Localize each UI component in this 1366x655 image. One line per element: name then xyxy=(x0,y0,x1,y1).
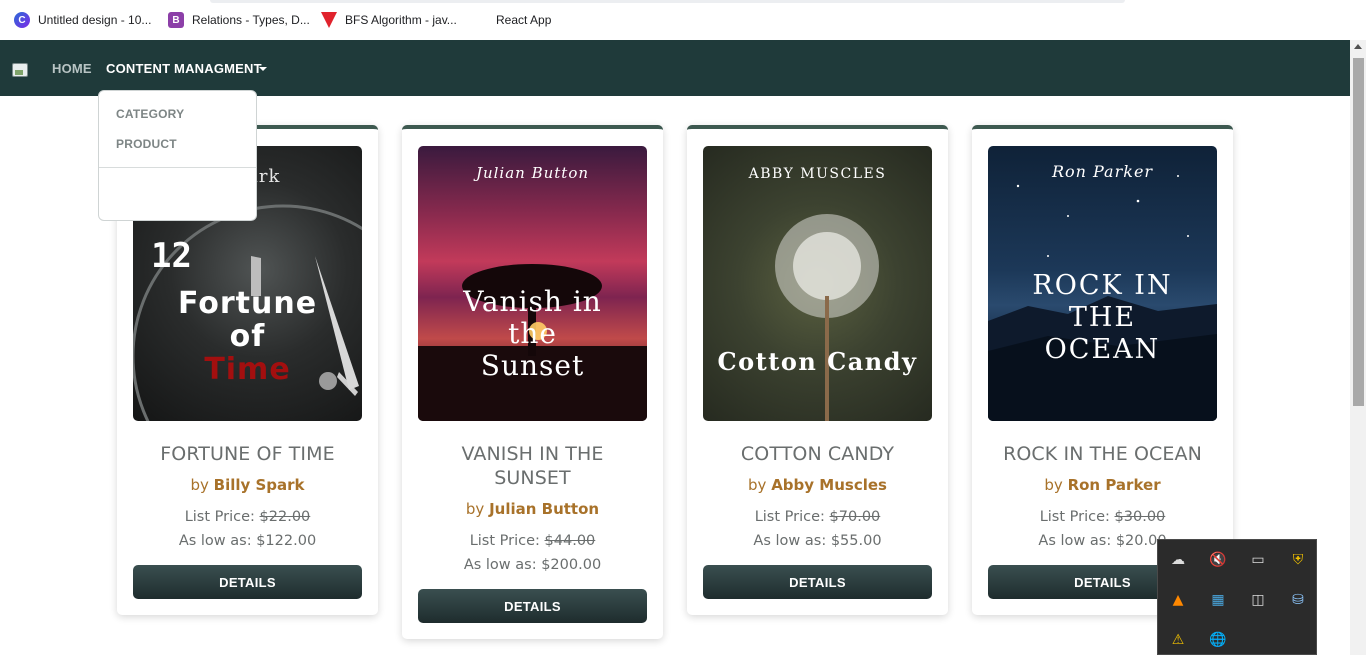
book-cover-image[interactable]: ABBY MUSCLES Cotton Candy xyxy=(703,146,932,421)
cover-title-line: Sunset xyxy=(480,349,585,382)
scroll-up-arrow-icon[interactable] xyxy=(1354,44,1362,49)
low-price-line: As low as: $200.00 xyxy=(402,557,663,573)
nav-content-management-toggle[interactable]: CONTENT MANAGMENT xyxy=(106,61,262,76)
low-price-value: $122.00 xyxy=(256,533,317,549)
low-price-label: As low as: xyxy=(463,557,537,573)
address-bar-edge xyxy=(210,0,1125,3)
book-title: COTTON CANDY xyxy=(740,443,895,465)
list-price-value: $30.00 xyxy=(1114,509,1166,525)
list-price-label: List Price: xyxy=(754,509,825,525)
low-price-value: $55.00 xyxy=(830,533,882,549)
list-price-value: $22.00 xyxy=(259,509,311,525)
nav-home-link[interactable]: HOME xyxy=(52,61,92,76)
list-price-line: List Price: $44.00 xyxy=(402,533,663,549)
details-button[interactable]: DETAILS xyxy=(703,565,932,599)
relations-icon: B xyxy=(168,12,184,28)
cover-title-line: Fortune xyxy=(177,286,318,321)
bookmark-bfs-algorithm[interactable]: BFS Algorithm - jav... xyxy=(321,11,457,29)
content-management-dropdown: CATEGORY PRODUCT xyxy=(98,90,257,221)
cover-author-text: Ron Parker xyxy=(1051,162,1154,181)
book-cover-image[interactable]: Ron Parker ROCK IN THE OCEAN xyxy=(988,146,1217,421)
cover-author-text: ABBY MUSCLES xyxy=(748,166,887,182)
cover-clock-numeral: 12 xyxy=(151,236,192,276)
caret-down-icon[interactable] xyxy=(259,67,267,71)
bookmark-relations[interactable]: B Relations - Types, D... xyxy=(168,11,310,29)
bookmark-label: BFS Algorithm - jav... xyxy=(345,13,457,27)
scroll-thumb[interactable] xyxy=(1353,58,1364,406)
drive-icon[interactable]: ⛁ xyxy=(1288,590,1308,610)
bookmark-label: Untitled design - 10... xyxy=(38,13,152,27)
book-author: Abby Muscles xyxy=(771,476,887,494)
cover-title-line: Cotton Candy xyxy=(717,347,918,376)
dropdown-item-product[interactable]: PRODUCT xyxy=(116,137,177,151)
canva-icon: C xyxy=(14,12,30,28)
list-price-label: List Price: xyxy=(1039,509,1110,525)
low-price-line: As low as: $122.00 xyxy=(117,533,378,549)
cover-title-line: of xyxy=(229,319,266,354)
low-price-value: $200.00 xyxy=(541,557,602,573)
by-label: by xyxy=(465,500,485,518)
book-author-line: by Ron Parker xyxy=(972,476,1233,494)
display-icon[interactable]: ▭ xyxy=(1248,550,1268,570)
dropdown-divider xyxy=(99,167,256,168)
dropdown-item-category[interactable]: CATEGORY xyxy=(116,107,184,121)
book-author-line: by Billy Spark xyxy=(117,476,378,494)
camera-icon[interactable]: ◫ xyxy=(1248,590,1268,610)
cover-title-line: Time xyxy=(204,352,291,387)
bookmarks-bar: C Untitled design - 10... B Relations - … xyxy=(0,0,1366,40)
vlc-icon[interactable]: ▲ xyxy=(1168,590,1188,610)
system-tray-overflow: ☁ 🔇 ▭ ⛨ ▲ ▦ ◫ ⛁ ⚠ 🌐 xyxy=(1157,539,1317,655)
react-icon: ⚛ xyxy=(473,12,487,29)
cover-author-text: Julian Button xyxy=(475,164,590,182)
navbar: HOME CONTENT MANAGMENT xyxy=(0,40,1350,96)
bfs-icon xyxy=(321,12,337,28)
globe-icon[interactable]: 🌐 xyxy=(1208,630,1228,650)
cover-title-line: ROCK IN xyxy=(1032,270,1173,301)
list-price-label: List Price: xyxy=(469,533,540,549)
book-card: ABBY MUSCLES Cotton Candy COTTON CANDY b… xyxy=(687,125,948,615)
by-label: by xyxy=(190,476,209,494)
book-title: ROCK IN THE OCEAN xyxy=(1003,443,1202,465)
list-price-line: List Price: $30.00 xyxy=(972,509,1233,525)
bookmark-react-app[interactable]: ⚛ React App xyxy=(472,11,551,29)
bookmark-label: Relations - Types, D... xyxy=(192,13,310,27)
onedrive-icon[interactable]: ☁ xyxy=(1168,550,1188,570)
low-price-label: As low as: xyxy=(178,533,252,549)
device-warning-icon[interactable]: ⚠ xyxy=(1168,630,1188,650)
app-grid-icon[interactable]: ▦ xyxy=(1208,590,1228,610)
dandelion-art xyxy=(775,214,879,421)
book-author: Billy Spark xyxy=(213,476,305,494)
page-scrollbar[interactable] xyxy=(1350,40,1366,655)
book-cover-image[interactable]: Julian Button Vanish in the Sunset xyxy=(418,146,647,421)
by-label: by xyxy=(748,476,767,494)
details-button[interactable]: DETAILS xyxy=(418,589,647,623)
book-author: Ron Parker xyxy=(1067,476,1161,494)
book-author: Julian Button xyxy=(489,500,600,518)
book-title: FORTUNE OF TIME xyxy=(160,443,335,465)
list-price-label: List Price: xyxy=(184,509,255,525)
book-author-line: by Abby Muscles xyxy=(687,476,948,494)
book-title-line: SUNSET xyxy=(494,467,571,489)
details-button[interactable]: DETAILS xyxy=(133,565,362,599)
list-price-line: List Price: $22.00 xyxy=(117,509,378,525)
bookmark-label: React App xyxy=(496,13,552,27)
list-price-value: $44.00 xyxy=(544,533,596,549)
book-title-line: VANISH IN THE xyxy=(461,443,604,465)
volume-muted-icon[interactable]: 🔇 xyxy=(1208,550,1228,570)
book-author-line: by Julian Button xyxy=(402,500,663,518)
low-price-label: As low as: xyxy=(1038,533,1112,549)
bookmark-untitled-design[interactable]: C Untitled design - 10... xyxy=(14,11,151,29)
broken-logo-image[interactable] xyxy=(12,63,28,77)
cover-title-line: the xyxy=(508,317,557,350)
low-price-label: As low as: xyxy=(753,533,827,549)
list-price-line: List Price: $70.00 xyxy=(687,509,948,525)
shield-warning-icon[interactable]: ⛨ xyxy=(1288,550,1308,570)
cover-title-line: Vanish in xyxy=(463,285,602,318)
book-card: Julian Button Vanish in the Sunset VANIS… xyxy=(402,125,663,639)
list-price-value: $70.00 xyxy=(829,509,881,525)
low-price-line: As low as: $55.00 xyxy=(687,533,948,549)
by-label: by xyxy=(1044,476,1063,494)
cover-title-line: OCEAN xyxy=(1044,334,1161,365)
cover-title-line: THE xyxy=(1068,302,1137,333)
